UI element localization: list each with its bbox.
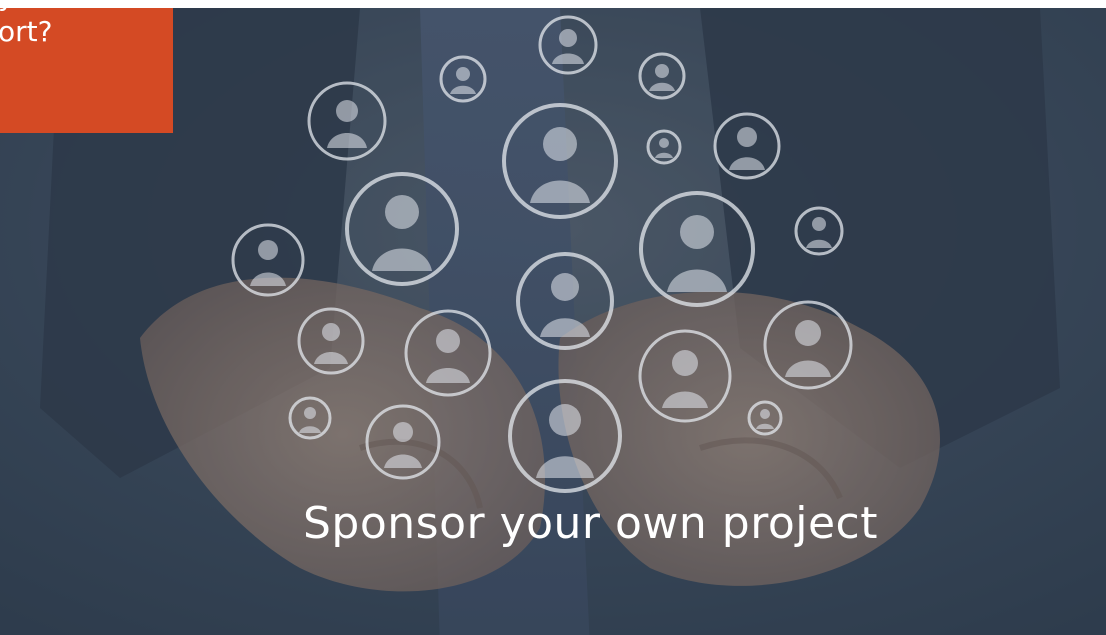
hero-banner: y ort? Sponsor your own project [0, 8, 1106, 635]
question-card-line-2: ort? [0, 15, 53, 48]
question-card: y ort? [0, 8, 173, 133]
question-card-text: y ort? [0, 8, 168, 144]
headline: Sponsor your own project [303, 498, 878, 549]
